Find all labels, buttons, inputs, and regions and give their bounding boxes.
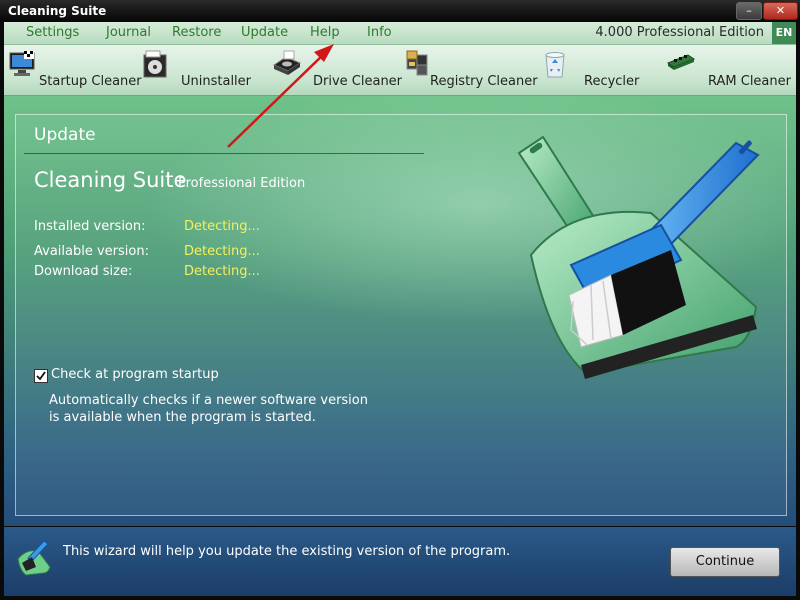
startup-checkbox[interactable]	[34, 369, 48, 383]
installed-version-label: Installed version:	[34, 219, 146, 234]
installed-version-value: Detecting...	[184, 219, 260, 234]
product-name: Cleaning Suite	[34, 168, 187, 192]
edition-label: 4.000 Professional Edition	[595, 25, 764, 40]
update-panel: Update Cleaning Suite Professional Editi…	[15, 114, 787, 516]
bottom-bar: This wizard will help you update the exi…	[4, 527, 796, 596]
main-area: Update Cleaning Suite Professional Editi…	[4, 96, 796, 526]
tab-recycler[interactable]: Recycler	[540, 45, 658, 95]
wizard-description: This wizard will help you update the exi…	[63, 544, 511, 559]
tab-uninstaller-label: Uninstaller	[181, 74, 252, 89]
tab-startup-cleaner[interactable]: Startup Cleaner	[6, 45, 142, 95]
tab-startup-cleaner-label: Startup Cleaner	[39, 74, 142, 89]
startup-check-description: Automatically checks if a newer software…	[49, 393, 368, 425]
download-size-value: Detecting...	[184, 264, 260, 279]
continue-button[interactable]: Continue	[670, 547, 780, 577]
title-divider	[24, 153, 424, 154]
startup-checkbox-label[interactable]: Check at program startup	[51, 367, 219, 382]
menu-journal[interactable]: Journal	[106, 25, 151, 40]
close-button[interactable]: ✕	[763, 2, 798, 20]
tab-drive-cleaner-label: Drive Cleaner	[313, 74, 403, 89]
menu-restore[interactable]: Restore	[172, 25, 221, 40]
menu-settings[interactable]: Settings	[26, 25, 79, 40]
download-size-label: Download size:	[34, 264, 133, 279]
language-button[interactable]: EN	[772, 22, 796, 44]
available-version-value: Detecting...	[184, 244, 260, 259]
drive-cleaner-icon	[272, 50, 302, 75]
window-title: Cleaning Suite	[8, 4, 107, 18]
title-bar: Cleaning Suite – ✕	[0, 0, 800, 22]
tab-ram-cleaner[interactable]: RAM Cleaner	[666, 45, 794, 95]
tab-registry-cleaner[interactable]: Registry Cleaner	[402, 45, 538, 95]
menu-info[interactable]: Info	[367, 25, 392, 40]
tab-recycler-label: Recycler	[584, 74, 640, 89]
recycler-icon	[545, 52, 565, 78]
available-version-label: Available version:	[34, 244, 149, 259]
minimize-button[interactable]: –	[736, 2, 762, 20]
tab-registry-cleaner-label: Registry Cleaner	[430, 74, 538, 89]
dustpan-brush-icon	[517, 135, 760, 379]
menu-bar: Settings Journal Restore Update Help Inf…	[4, 22, 796, 45]
ram-cleaner-icon	[666, 54, 696, 70]
panel-title: Update	[34, 125, 96, 145]
uninstaller-icon	[143, 50, 167, 78]
tab-ram-cleaner-label: RAM Cleaner	[708, 74, 791, 89]
product-edition: Professional Edition	[178, 176, 306, 191]
tab-uninstaller[interactable]: Uninstaller	[138, 45, 252, 95]
tab-drive-cleaner[interactable]: Drive Cleaner	[270, 45, 402, 95]
tool-tabs: Startup Cleaner Uninstaller Drive Cleane…	[4, 45, 796, 96]
checkmark-icon	[36, 371, 46, 381]
wizard-icon	[17, 540, 51, 576]
menu-update[interactable]: Update	[241, 25, 288, 40]
menu-help[interactable]: Help	[310, 25, 340, 40]
startup-cleaner-icon	[9, 51, 35, 76]
